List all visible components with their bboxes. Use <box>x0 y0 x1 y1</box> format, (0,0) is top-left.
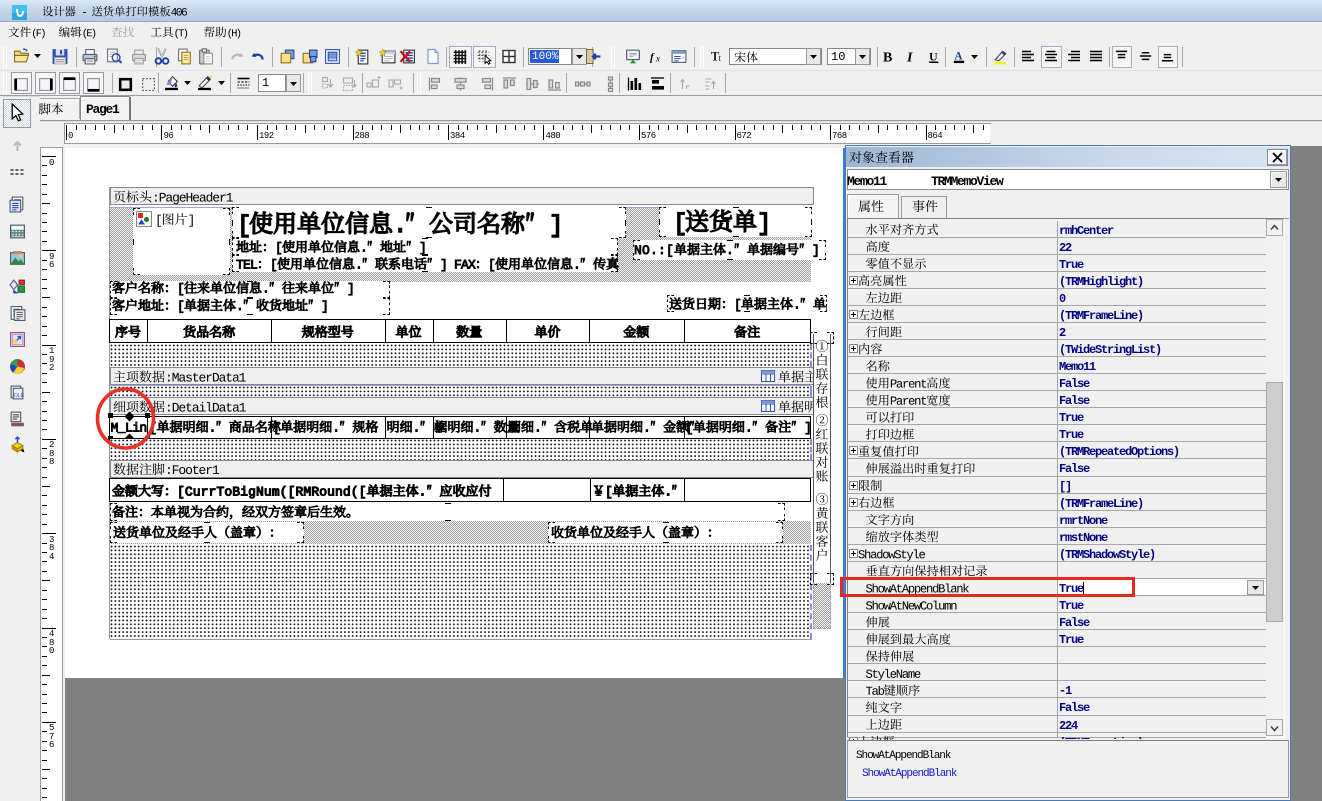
svg-text:A: A <box>954 50 963 62</box>
svg-text:I: I <box>906 51 913 66</box>
svg-text:x: x <box>655 54 660 64</box>
svg-text:U: U <box>929 50 938 64</box>
svg-text:OLE: OLE <box>14 392 25 398</box>
svg-text:B: B <box>883 51 892 66</box>
svg-text:t: t <box>719 54 722 64</box>
svg-text:f: f <box>650 52 655 64</box>
